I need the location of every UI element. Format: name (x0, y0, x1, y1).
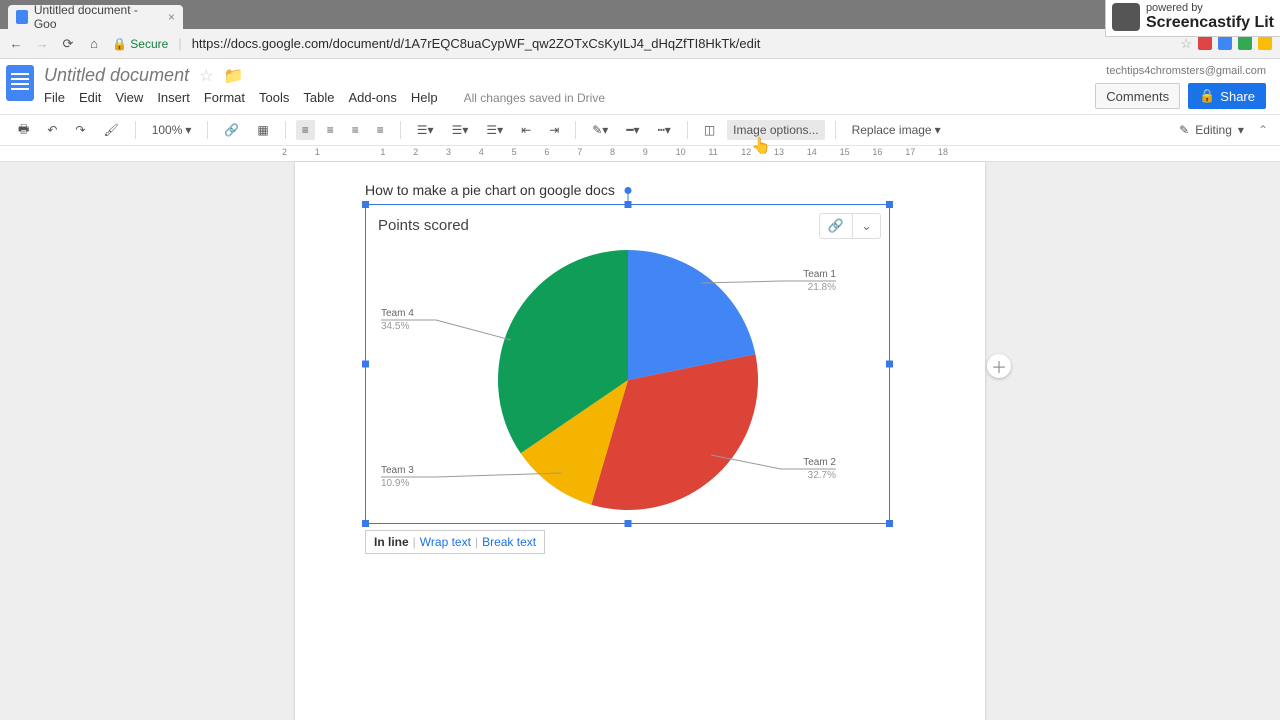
slice-percent: 32.7% (808, 470, 836, 481)
folder-icon[interactable]: 📁 (223, 66, 243, 86)
watermark-brand: Screencastify Lit (1146, 14, 1274, 31)
expand-icon[interactable]: ⌃ (1258, 123, 1268, 137)
ext-icon[interactable] (1218, 36, 1232, 50)
ruler[interactable]: 21123456789101112131415161718 (0, 146, 1280, 162)
forward-icon[interactable]: → (34, 36, 50, 51)
undo-icon[interactable]: ↶ (41, 120, 63, 140)
menu-insert[interactable]: Insert (157, 90, 190, 105)
menu-table[interactable]: Table (303, 90, 334, 105)
redo-icon[interactable]: ↷ (69, 120, 91, 140)
docs-favicon (16, 10, 28, 24)
wrap-text[interactable]: Wrap text (420, 535, 471, 549)
slice-label: Team 2 (803, 457, 836, 468)
ext-icon[interactable] (1258, 36, 1272, 50)
checklist-icon[interactable]: ☰▾ (480, 120, 509, 140)
print-icon[interactable]: 🖶 (12, 117, 35, 144)
menu-file[interactable]: File (44, 90, 65, 105)
align-right-icon[interactable]: ≡ (346, 120, 365, 140)
slice-label: Team 3 (381, 465, 414, 476)
menu-edit[interactable]: Edit (79, 90, 101, 105)
slice-label: Team 4 (381, 308, 414, 319)
watermark-sub: powered by (1146, 2, 1203, 14)
home-icon[interactable]: ⌂ (86, 36, 102, 51)
share-button[interactable]: 🔒 Share (1188, 83, 1266, 109)
wrap-break[interactable]: Break text (482, 535, 536, 549)
replace-image-button[interactable]: Replace image ▾ (846, 120, 947, 140)
paragraph-text[interactable]: How to make a pie chart on google docs (365, 182, 915, 198)
browser-tab-title: Untitled document - Goo (34, 3, 162, 31)
border-weight-icon[interactable]: ━▾ (620, 120, 645, 140)
comments-button[interactable]: Comments (1095, 83, 1180, 109)
border-dash-icon[interactable]: ┅▾ (652, 120, 677, 140)
secure-badge: 🔒 Secure (112, 37, 168, 51)
bulleted-list-icon[interactable]: ☰▾ (446, 120, 475, 140)
wrap-inline[interactable]: In line (374, 535, 409, 549)
account-email[interactable]: techtips4chromsters@gmail.com (1095, 65, 1266, 77)
share-label: Share (1220, 89, 1255, 104)
ext-icon[interactable] (1238, 36, 1252, 50)
comment-add-icon[interactable]: ▦ (251, 120, 274, 140)
save-status: All changes saved in Drive (464, 91, 605, 105)
link-icon[interactable]: 🔗 (218, 120, 245, 140)
rotate-handle[interactable] (624, 187, 631, 194)
back-icon[interactable]: ← (8, 36, 24, 51)
numbered-list-icon[interactable]: ☰▾ (411, 120, 440, 140)
browser-tab[interactable]: Untitled document - Goo × (8, 5, 183, 29)
menu-format[interactable]: Format (204, 90, 245, 105)
close-tab-icon[interactable]: × (168, 10, 175, 24)
document-title[interactable]: Untitled document (44, 65, 189, 86)
crop-icon[interactable]: ◫ (698, 120, 721, 140)
text-wrap-toolbar: In line | Wrap text | Break text (365, 530, 545, 554)
paint-format-icon[interactable]: 🖌 (97, 120, 124, 140)
screencastify-icon (1112, 3, 1140, 31)
zoom-select[interactable]: 100% ▾ (146, 120, 198, 140)
address-bar[interactable]: https://docs.google.com/document/d/1A7rE… (192, 36, 761, 51)
menu-help[interactable]: Help (411, 90, 438, 105)
slice-percent: 34.5% (381, 321, 409, 332)
star-icon[interactable]: ☆ (1180, 36, 1192, 52)
add-comment-fab[interactable]: ＋ (987, 354, 1011, 378)
align-justify-icon[interactable]: ≡ (371, 120, 390, 140)
menu-view[interactable]: View (115, 90, 143, 105)
slice-label: Team 1 (803, 269, 836, 280)
star-doc-icon[interactable]: ☆ (199, 66, 213, 86)
lock-icon: 🔒 (1199, 88, 1215, 104)
ext-icon[interactable] (1198, 36, 1212, 50)
outdent-icon[interactable]: ⇤ (515, 120, 537, 140)
reload-icon[interactable]: ⟳ (60, 36, 76, 52)
slice-percent: 21.8% (808, 282, 836, 293)
align-left-icon[interactable]: ≡ (296, 120, 315, 140)
align-center-icon[interactable]: ≡ (321, 120, 340, 140)
document-page[interactable]: How to make a pie chart on google docs P… (295, 162, 985, 720)
edit-mode-icon: ✎ (1179, 123, 1189, 137)
slice-percent: 10.9% (381, 478, 409, 489)
editing-mode[interactable]: Editing (1195, 123, 1232, 137)
indent-icon[interactable]: ⇥ (543, 120, 565, 140)
image-options-button[interactable]: Image options... (727, 120, 824, 140)
chart-object[interactable]: Points scored 🔗 ⌄ Team 121.8%Team 232.7%… (365, 204, 890, 524)
pie-chart: Team 1 21.8% Team 2 32.7% Team 3 10.9% Team 4 3… (366, 205, 891, 525)
menu-addons[interactable]: Add-ons (348, 90, 396, 105)
menu-tools[interactable]: Tools (259, 90, 289, 105)
border-color-icon[interactable]: ✎▾ (586, 120, 614, 140)
screencastify-watermark: powered by Screencastify Lit (1105, 0, 1280, 37)
google-docs-logo[interactable] (6, 65, 34, 101)
